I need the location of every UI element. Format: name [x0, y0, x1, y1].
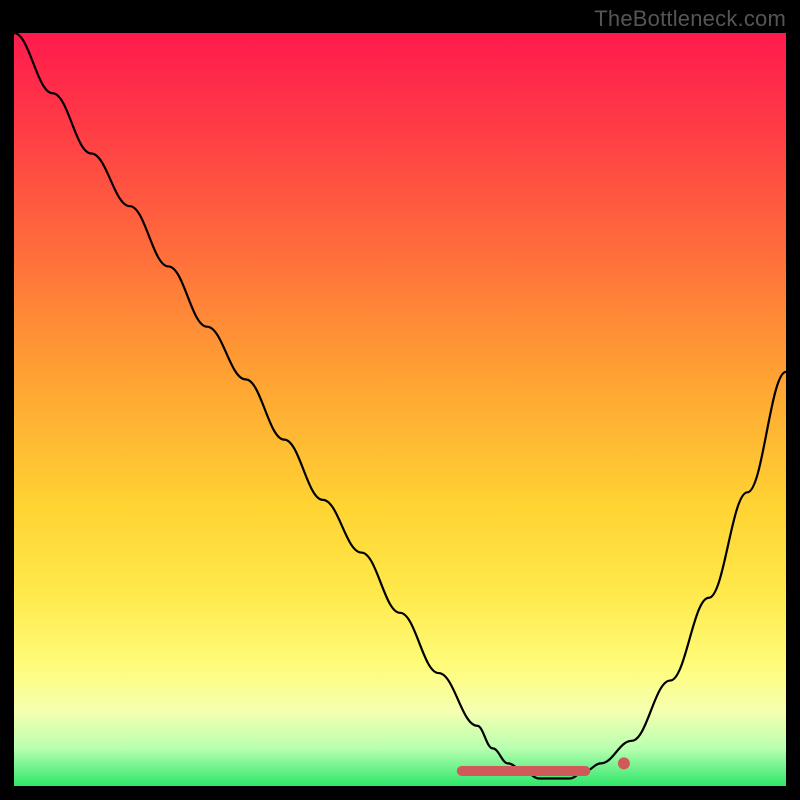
- optimum-marker: [618, 757, 630, 769]
- bottleneck-curve-path: [14, 33, 786, 778]
- watermark-text: TheBottleneck.com: [594, 6, 786, 32]
- curve-svg: [14, 33, 786, 786]
- plot-area: [14, 33, 786, 786]
- chart-frame: TheBottleneck.com: [0, 0, 800, 800]
